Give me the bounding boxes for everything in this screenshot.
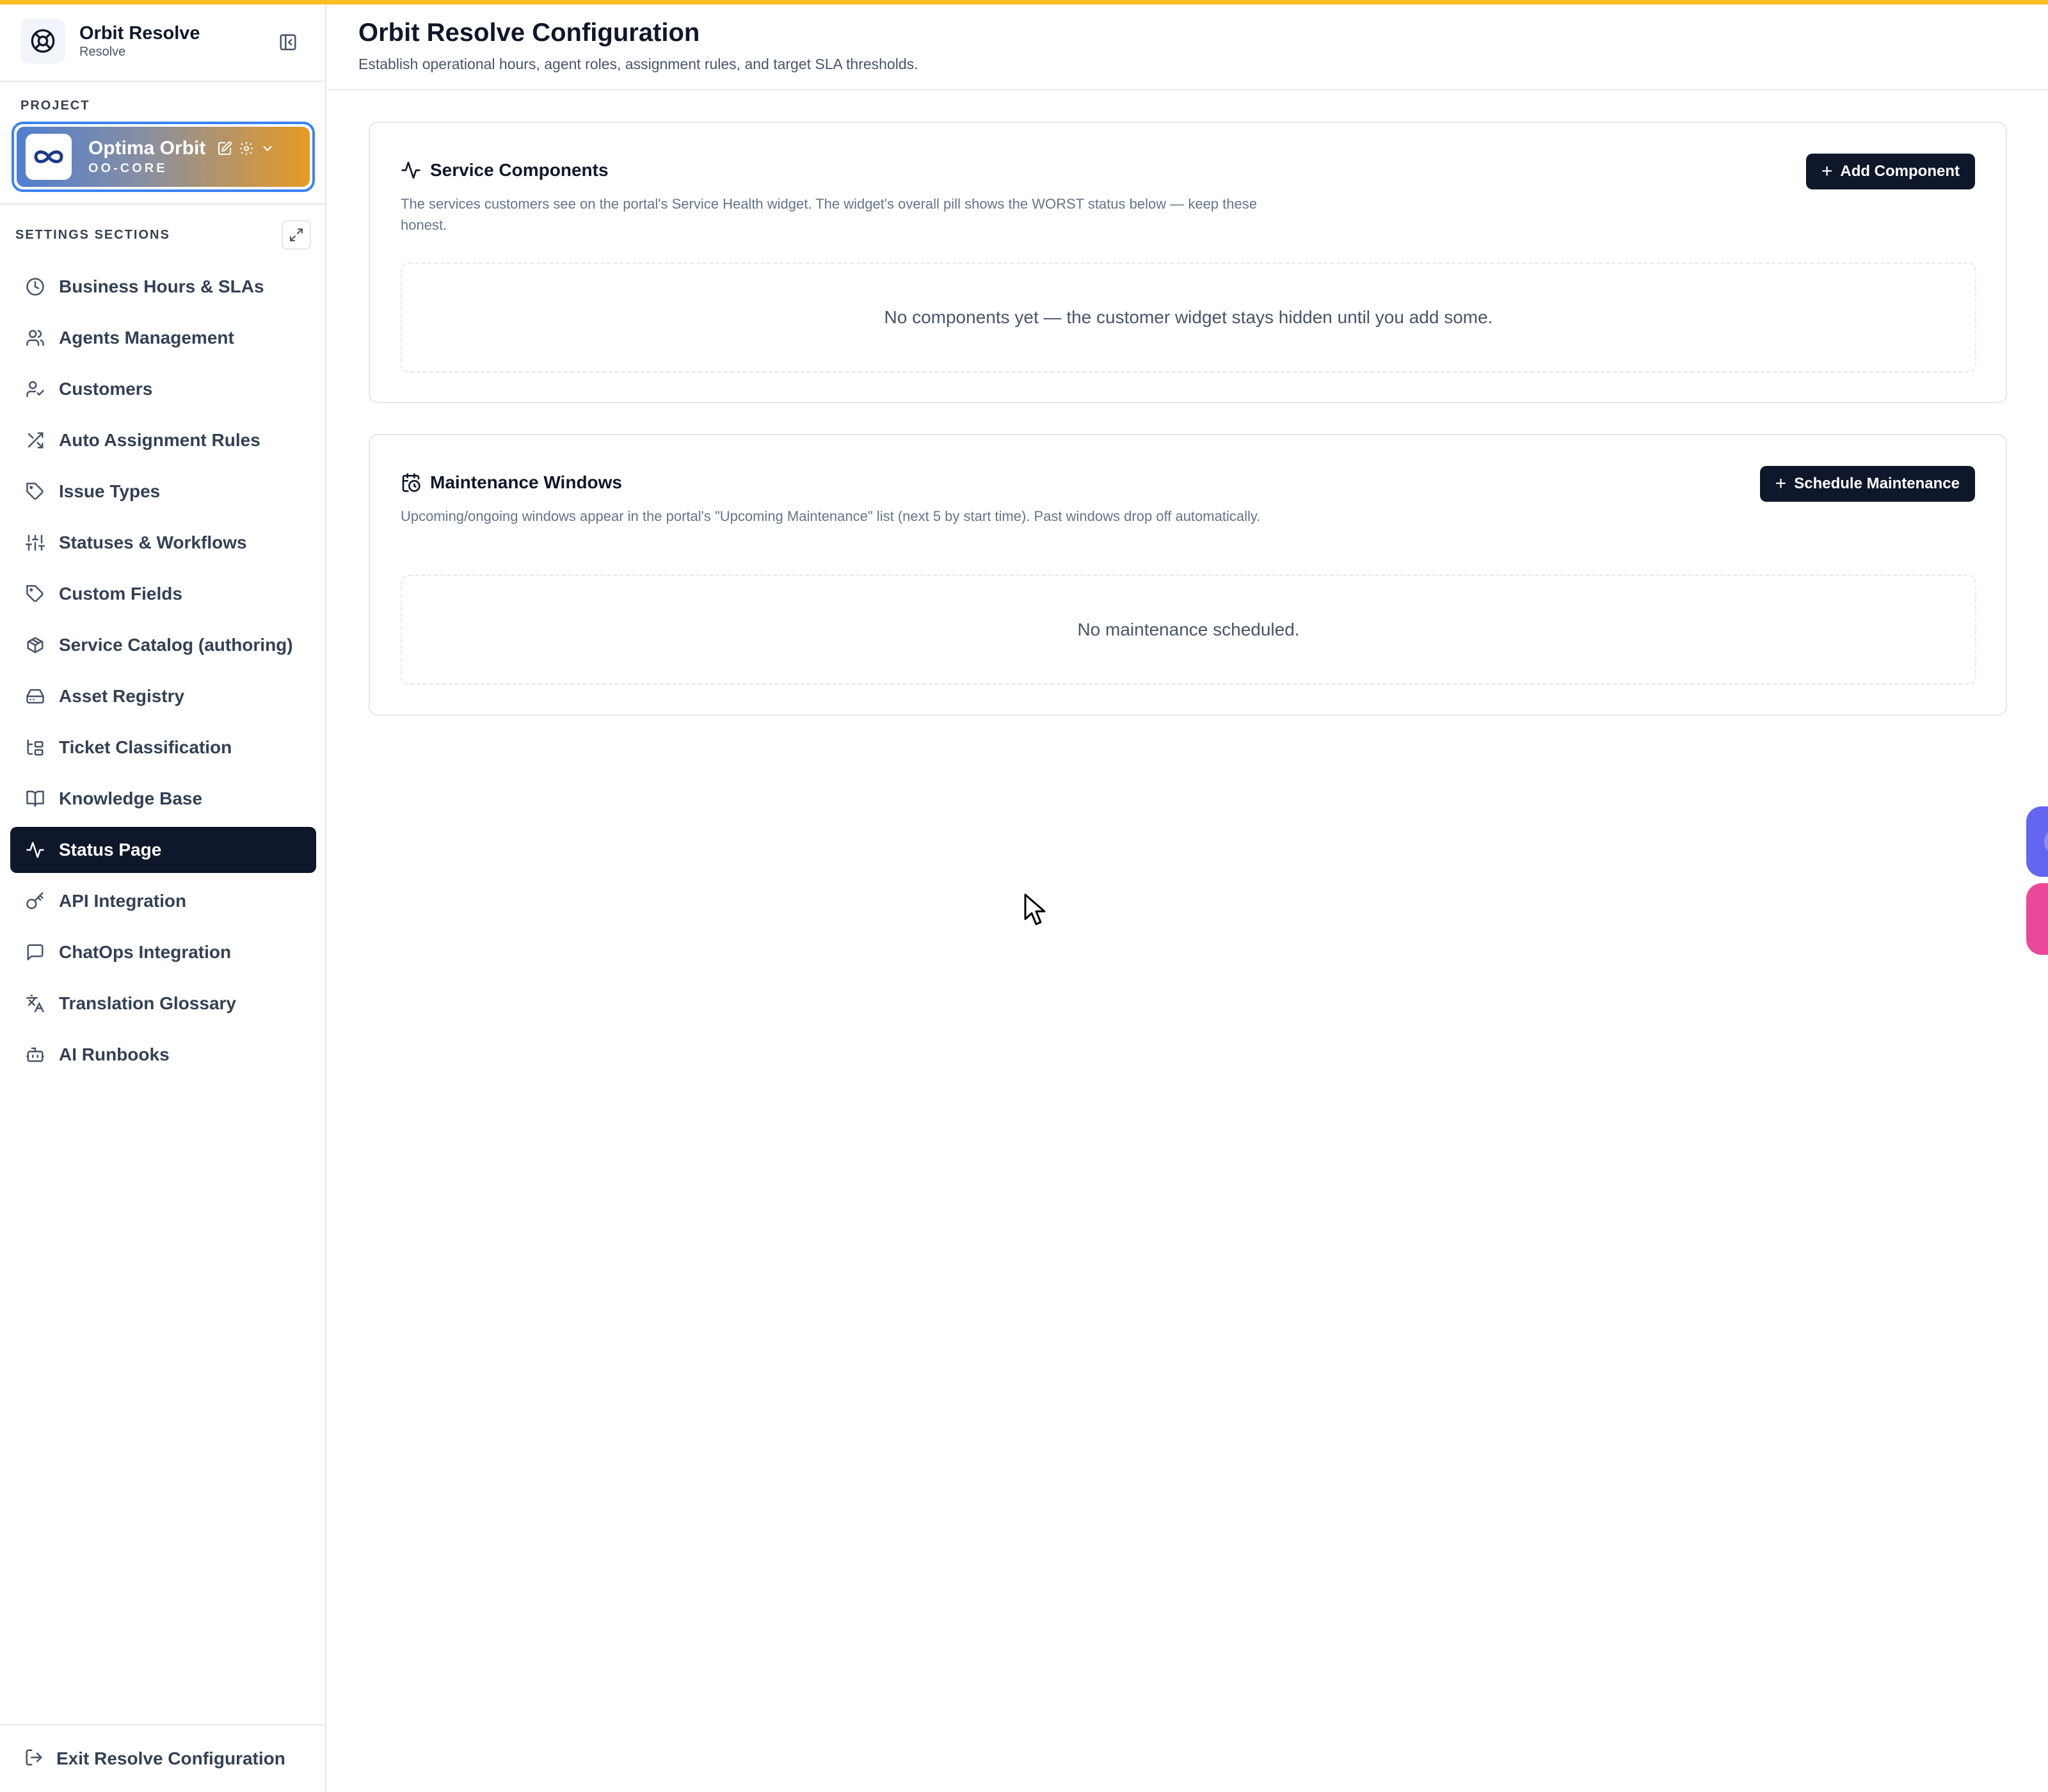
package-icon	[24, 634, 46, 656]
card-title: Maintenance Windows	[430, 472, 623, 492]
sidebar-divider	[0, 81, 325, 82]
log-out-icon	[24, 1748, 44, 1770]
chevron-down-icon[interactable]	[260, 141, 275, 156]
gear-icon[interactable]	[239, 141, 254, 156]
project-code: OO-CORE	[88, 161, 168, 175]
lifebuoy-icon	[20, 19, 65, 63]
exit-label: Exit Resolve Configuration	[56, 1748, 285, 1768]
expand-button[interactable]	[282, 220, 311, 250]
top-accent-bar	[0, 0, 2048, 4]
project-switcher[interactable]: Optima Orbit OO-CORE	[12, 122, 315, 192]
sidebar-item-label: Asset Registry	[59, 686, 185, 706]
tag-icon	[24, 583, 46, 605]
settings-sections-label: SETTINGS SECTIONS	[15, 228, 170, 242]
sidebar-item-ai-runbooks[interactable]: AI Runbooks	[10, 1032, 316, 1078]
activity-icon	[24, 839, 46, 861]
floating-assistant-tab[interactable]	[2026, 806, 2048, 877]
brand: Orbit Resolve Resolve	[20, 19, 306, 63]
sidebar-item-business-hours[interactable]: Business Hours & SLAs	[10, 264, 316, 310]
service-components-card: Service Components The services customer…	[369, 122, 2007, 403]
sidebar-item-knowledge-base[interactable]: Knowledge Base	[10, 776, 316, 822]
card-title: Service Components	[430, 160, 609, 180]
sidebar-divider	[0, 204, 325, 205]
tag-icon	[24, 481, 46, 502]
sidebar-item-label: ChatOps Integration	[59, 942, 232, 962]
sidebar-item-label: Statuses & Workflows	[59, 532, 247, 552]
page-subtitle: Establish operational hours, agent roles…	[358, 56, 918, 72]
sidebar-item-label: Issue Types	[59, 481, 161, 501]
sidebar-item-label: Translation Glossary	[59, 993, 236, 1013]
clock-icon	[24, 276, 46, 298]
project-label: PROJECT	[20, 99, 90, 113]
sidebar-item-label: Status Page	[59, 840, 162, 860]
users-icon	[24, 327, 46, 349]
sidebar-item-label: Customers	[59, 379, 153, 399]
schedule-maintenance-button[interactable]: + Schedule Maintenance	[1759, 466, 1975, 502]
calendar-clock-icon	[402, 473, 420, 492]
empty-state-text: No components yet — the customer widget …	[884, 307, 1493, 327]
hard-drive-icon	[24, 685, 46, 707]
edit-icon[interactable]	[217, 141, 232, 156]
tab-dot	[2044, 829, 2048, 854]
infinity-logo-icon	[26, 134, 72, 180]
exit-configuration-button[interactable]: Exit Resolve Configuration	[10, 1736, 316, 1782]
sidebar-item-label: Auto Assignment Rules	[59, 430, 260, 450]
sidebar-item-custom-fields[interactable]: Custom Fields	[10, 571, 316, 617]
panel-left-close-icon	[280, 34, 296, 51]
sliders-icon	[24, 532, 46, 554]
plus-icon: +	[1821, 161, 1833, 182]
card-description: The services customers see on the portal…	[401, 196, 1257, 233]
empty-state-text: No maintenance scheduled.	[1077, 620, 1300, 639]
sidebar-item-issue-types[interactable]: Issue Types	[10, 468, 316, 515]
sidebar-item-service-catalog[interactable]: Service Catalog (authoring)	[10, 622, 316, 668]
card-description: Upcoming/ongoing windows appear in the p…	[401, 508, 1261, 524]
languages-icon	[24, 993, 46, 1014]
sidebar-item-label: Service Catalog (authoring)	[59, 635, 293, 655]
app-subtitle: Resolve	[79, 45, 126, 59]
page-header: Orbit Resolve Configuration Establish op…	[328, 4, 2048, 90]
sidebar-item-label: Knowledge Base	[59, 788, 203, 808]
button-label: Add Component	[1840, 163, 1960, 180]
folder-tree-icon	[24, 737, 46, 758]
sidebar-item-label: Ticket Classification	[59, 737, 232, 757]
app-name: Orbit Resolve	[79, 23, 200, 44]
sidebar-item-status-page[interactable]: Status Page	[10, 827, 316, 873]
empty-state: No components yet — the customer widget …	[401, 262, 1976, 372]
maximize-icon	[290, 228, 303, 241]
settings-nav: Business Hours & SLAs Agents Management …	[10, 264, 316, 1083]
bot-icon	[24, 1044, 46, 1066]
sidebar-item-label: AI Runbooks	[59, 1044, 170, 1064]
sidebar-item-label: Agents Management	[59, 328, 234, 348]
sidebar-item-chatops-integration[interactable]: ChatOps Integration	[10, 929, 316, 975]
book-open-icon	[24, 788, 46, 810]
maintenance-windows-card: Maintenance Windows Upcoming/ongoing win…	[369, 434, 2007, 716]
sidebar-item-asset-registry[interactable]: Asset Registry	[10, 673, 316, 719]
mouse-cursor-icon	[1024, 893, 1046, 925]
message-square-icon	[24, 941, 46, 963]
shuffle-icon	[24, 429, 46, 451]
sidebar-item-translation-glossary[interactable]: Translation Glossary	[10, 980, 316, 1027]
empty-state: No maintenance scheduled.	[401, 575, 1976, 685]
sidebar-item-customers[interactable]: Customers	[10, 366, 316, 412]
sidebar-item-label: API Integration	[59, 891, 187, 911]
floating-feedback-tab[interactable]	[2026, 883, 2048, 955]
page-title: Orbit Resolve Configuration	[358, 19, 700, 47]
activity-icon	[401, 161, 420, 179]
project-name: Optima Orbit	[88, 138, 206, 159]
sidebar-item-agents-management[interactable]: Agents Management	[10, 315, 316, 361]
sidebar-item-auto-assignment[interactable]: Auto Assignment Rules	[10, 417, 316, 463]
sidebar-item-label: Custom Fields	[59, 584, 182, 604]
sidebar-item-api-integration[interactable]: API Integration	[10, 878, 316, 924]
collapse-sidebar-button[interactable]	[275, 29, 301, 55]
sidebar: Orbit Resolve Resolve PROJECT Optima Orb…	[0, 0, 326, 1792]
user-check-icon	[24, 378, 46, 400]
sidebar-item-statuses-workflows[interactable]: Statuses & Workflows	[10, 520, 316, 566]
plus-icon: +	[1775, 473, 1787, 494]
sidebar-item-label: Business Hours & SLAs	[59, 276, 264, 296]
add-component-button[interactable]: + Add Component	[1805, 154, 1975, 189]
button-label: Schedule Maintenance	[1794, 475, 1960, 492]
sidebar-divider	[0, 1724, 325, 1725]
key-icon	[24, 890, 46, 912]
sidebar-item-ticket-classification[interactable]: Ticket Classification	[10, 724, 316, 771]
